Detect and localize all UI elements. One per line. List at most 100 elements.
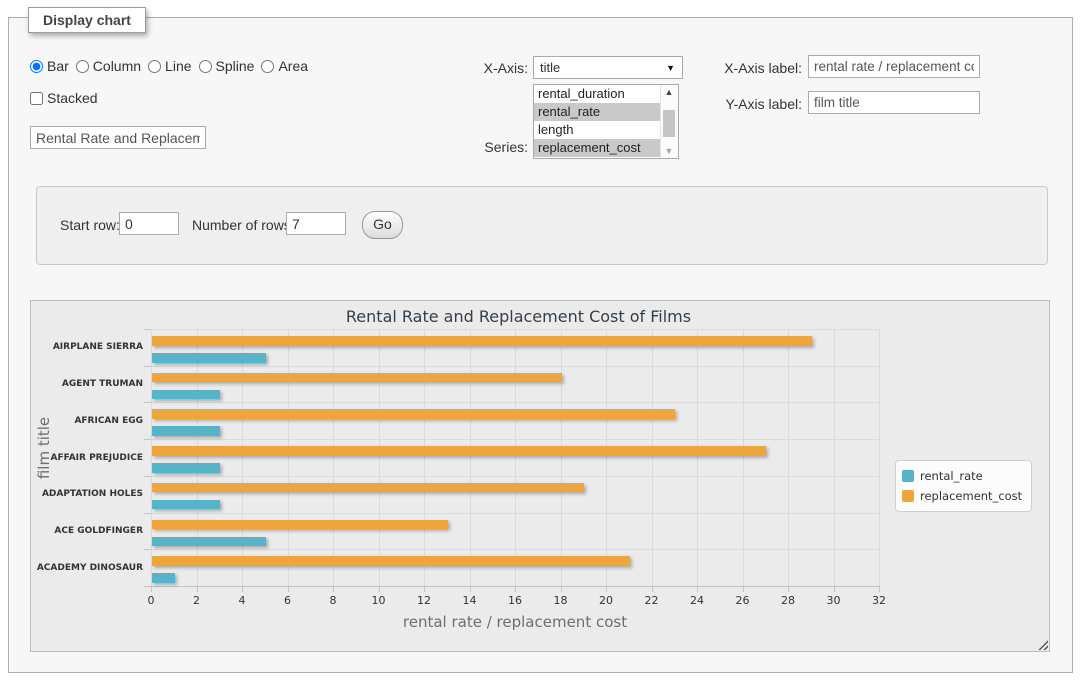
bar-rental_rate[interactable] — [152, 426, 220, 436]
series-select-label: Series: — [448, 139, 528, 155]
x-axis-tick-label: 8 — [313, 594, 353, 607]
series-listbox-scrollbar[interactable]: ▲ ▼ — [660, 85, 678, 158]
category-tick — [144, 329, 151, 330]
series-option-rental-rate[interactable]: rental_rate — [534, 103, 661, 121]
category-tick — [144, 366, 151, 367]
bar-replacement_cost[interactable] — [152, 373, 562, 383]
radio-option-column[interactable]: Column — [76, 58, 141, 74]
spline-radio[interactable] — [199, 60, 212, 73]
x-axis-select-label: X-Axis: — [448, 60, 528, 76]
column-radio[interactable] — [76, 60, 89, 73]
chevron-down-icon: ▼ — [666, 63, 675, 73]
bar-radio-label: Bar — [47, 58, 69, 74]
gridline-vertical — [879, 329, 880, 586]
radio-option-line[interactable]: Line — [148, 58, 191, 74]
chart: Rental Rate and Replacement Cost of Film… — [30, 300, 1050, 652]
scrollbar-thumb[interactable] — [663, 110, 675, 137]
series-option-replacement-cost[interactable]: replacement_cost — [534, 139, 661, 157]
series-option-rental-duration[interactable]: rental_duration — [534, 85, 661, 103]
gridline-vertical — [379, 329, 380, 586]
chart-title: Rental Rate and Replacement Cost of Film… — [31, 307, 1006, 326]
line-radio-label: Line — [165, 58, 191, 74]
bar-replacement_cost[interactable] — [152, 556, 630, 566]
category-tick — [144, 586, 151, 587]
x-axis-tick-label: 28 — [768, 594, 808, 607]
go-button[interactable]: Go — [362, 211, 403, 239]
radio-option-area[interactable]: Area — [261, 58, 308, 74]
x-axis-tick — [606, 587, 607, 592]
radio-option-spline[interactable]: Spline — [199, 58, 255, 74]
gridline-vertical — [697, 329, 698, 586]
bar-replacement_cost[interactable] — [152, 520, 448, 530]
bar-rental_rate[interactable] — [152, 463, 220, 473]
gridline-horizontal — [151, 513, 879, 514]
gridline-vertical — [333, 329, 334, 586]
series-option-length[interactable]: length — [534, 121, 661, 139]
x-axis-tick — [652, 587, 653, 592]
resize-handle[interactable] — [1037, 639, 1048, 650]
line-radio[interactable] — [148, 60, 161, 73]
gridline-vertical — [652, 329, 653, 586]
row-controls-panel — [36, 186, 1048, 265]
number-of-rows-input[interactable] — [286, 212, 346, 235]
legend-swatch — [902, 490, 914, 502]
x-axis-tick — [242, 587, 243, 592]
category-tick — [144, 439, 151, 440]
legend-item-rental_rate[interactable]: rental_rate — [902, 466, 1022, 486]
gridline-horizontal — [151, 366, 879, 367]
bar-rental_rate[interactable] — [152, 390, 220, 400]
gridline-vertical — [834, 329, 835, 586]
x-axis-select[interactable]: title ▼ — [533, 56, 683, 79]
bar-rental_rate[interactable] — [152, 353, 266, 363]
bar-replacement_cost[interactable] — [152, 336, 812, 346]
legend-label: rental_rate — [920, 469, 983, 483]
area-radio-label: Area — [278, 58, 308, 74]
x-axis-tick-label: 0 — [131, 594, 171, 607]
category-tick — [144, 549, 151, 550]
x-axis-label-text: X-Axis label: — [714, 60, 802, 76]
gridline-vertical — [515, 329, 516, 586]
x-axis-tick — [424, 587, 425, 592]
category-tick — [144, 476, 151, 477]
gridline-vertical — [788, 329, 789, 586]
gridline-vertical — [197, 329, 198, 586]
series-listbox[interactable]: rental_duration rental_rate length repla… — [533, 84, 679, 159]
gridline-vertical — [288, 329, 289, 586]
bar-replacement_cost[interactable] — [152, 483, 584, 493]
x-axis-tick — [561, 587, 562, 592]
x-axis-selected-value: title — [540, 60, 560, 75]
stacked-checkbox[interactable] — [30, 92, 43, 105]
start-row-label: Start row: — [60, 217, 120, 233]
chart-legend: rental_rate replacement_cost — [895, 460, 1032, 512]
gridline-horizontal — [151, 402, 879, 403]
scroll-up-icon[interactable]: ▲ — [661, 85, 677, 99]
start-row-input[interactable] — [119, 212, 179, 235]
x-axis-tick — [879, 587, 880, 592]
x-axis-title: rental rate / replacement cost — [151, 613, 879, 631]
gridline-vertical — [424, 329, 425, 586]
x-axis-label-input[interactable] — [808, 55, 980, 78]
radio-option-bar[interactable]: Bar — [30, 58, 69, 74]
x-axis-tick — [834, 587, 835, 592]
y-axis-label-input[interactable] — [808, 91, 980, 114]
bar-replacement_cost[interactable] — [152, 446, 766, 456]
legend-item-replacement_cost[interactable]: replacement_cost — [902, 486, 1022, 506]
bar-rental_rate[interactable] — [152, 500, 220, 510]
spline-radio-label: Spline — [216, 58, 255, 74]
chart-title-input[interactable] — [30, 126, 206, 149]
x-axis-tick — [151, 587, 152, 592]
gridline-vertical — [743, 329, 744, 586]
bar-rental_rate[interactable] — [152, 537, 266, 547]
bar-rental_rate[interactable] — [152, 573, 175, 583]
area-radio[interactable] — [261, 60, 274, 73]
column-radio-label: Column — [93, 58, 141, 74]
scroll-down-icon[interactable]: ▼ — [661, 144, 677, 158]
category-tick — [144, 402, 151, 403]
bar-replacement_cost[interactable] — [152, 409, 675, 419]
x-axis-tick — [743, 587, 744, 592]
gridline-horizontal — [151, 549, 879, 550]
bar-radio[interactable] — [30, 60, 43, 73]
stacked-checkbox-option[interactable]: Stacked — [30, 90, 98, 106]
stacked-label: Stacked — [47, 90, 98, 106]
category-tick — [144, 513, 151, 514]
